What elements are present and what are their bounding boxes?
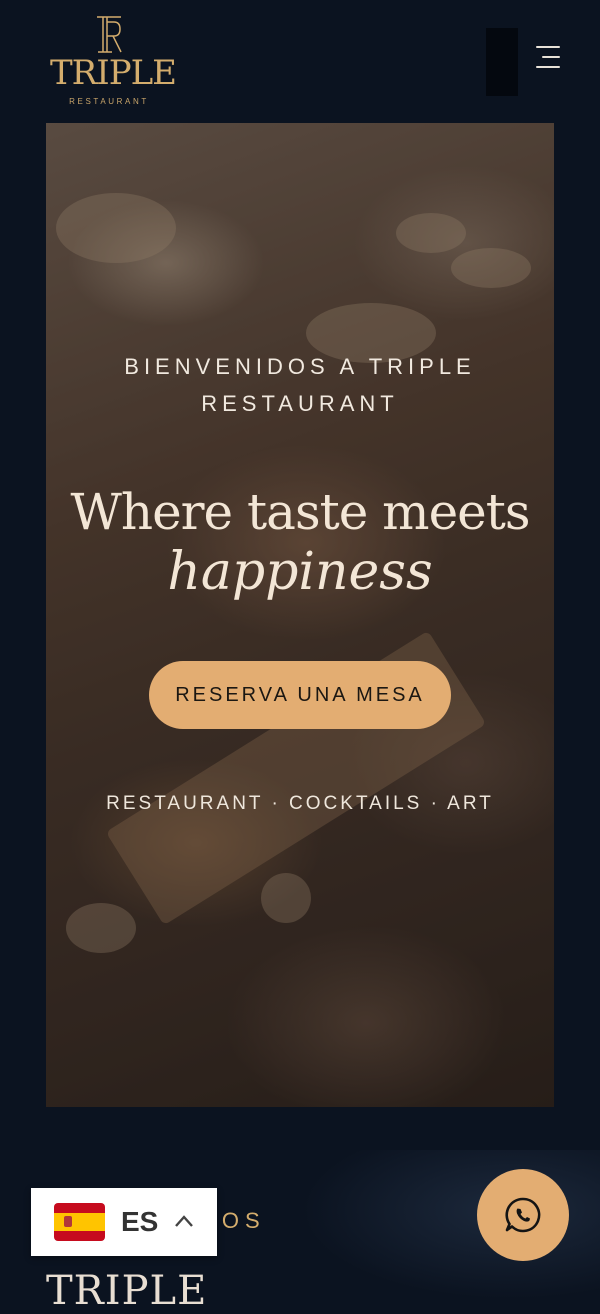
hero-kicker-line-2: RESTAURANT — [201, 391, 399, 416]
hero-kicker-line-1: BIENVENIDOS A TRIPLE — [124, 354, 476, 379]
logo[interactable]: TRIPLE RESTAURANT — [50, 14, 177, 110]
whatsapp-icon — [505, 1197, 541, 1233]
hamburger-icon-line — [536, 66, 560, 68]
header-dark-panel — [486, 28, 518, 96]
spain-flag-icon — [54, 1203, 105, 1241]
hamburger-icon-line — [542, 56, 560, 58]
reserve-table-button[interactable]: RESERVA UNA MESA — [149, 661, 451, 729]
site-header: TRIPLE RESTAURANT — [0, 0, 600, 120]
hero-kicker: BIENVENIDOS A TRIPLE RESTAURANT — [46, 348, 554, 422]
logo-subtitle: RESTAURANT — [69, 97, 149, 106]
hero-tagline: RESTAURANT · COCKTAILS · ART — [106, 793, 494, 814]
hero-title-italic: happiness — [167, 542, 433, 602]
whatsapp-button[interactable] — [477, 1169, 569, 1261]
about-section-title: TRIPLE — [46, 1268, 208, 1314]
menu-button[interactable] — [530, 42, 566, 74]
chevron-up-icon — [175, 1215, 193, 1227]
language-switcher[interactable]: ES — [31, 1188, 217, 1256]
hero-section: BIENVENIDOS A TRIPLE RESTAURANT Where ta… — [46, 123, 554, 1107]
hero-image-overlay — [46, 123, 554, 1107]
hero-title: Where taste meets — [70, 483, 530, 541]
logo-name: TRIPLE — [50, 53, 177, 93]
language-code: ES — [121, 1206, 159, 1237]
logo-monogram-icon — [97, 16, 122, 53]
hamburger-icon — [536, 46, 560, 48]
